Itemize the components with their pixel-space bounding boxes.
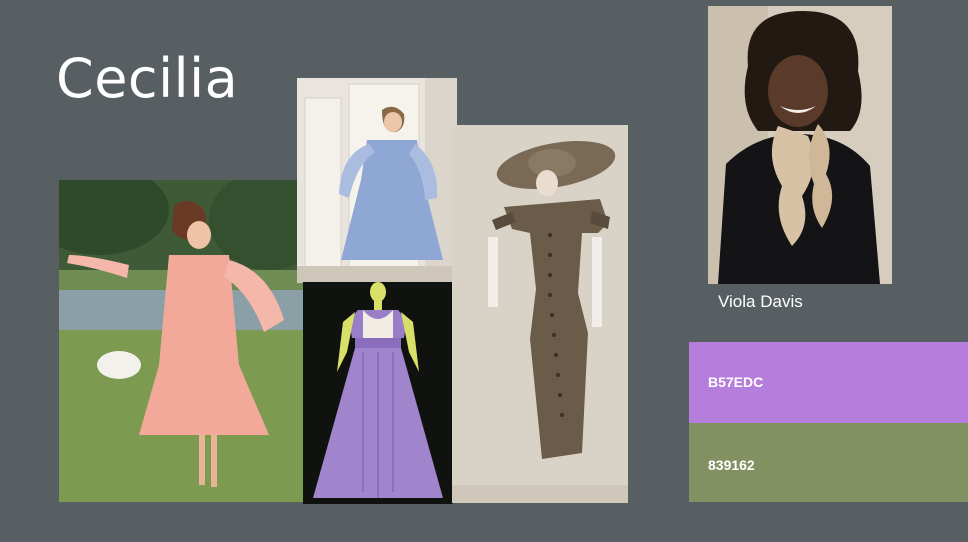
blue-dress-photo xyxy=(297,78,457,283)
swatch-hex-label: 839162 xyxy=(708,457,755,473)
color-swatch-purple: B57EDC xyxy=(689,342,968,423)
slide-title: Cecilia xyxy=(56,47,239,110)
lavender-gown-photo xyxy=(303,282,453,504)
actor-name: Viola Davis xyxy=(718,292,803,311)
brown-dress-photo xyxy=(452,125,628,503)
color-swatch-green: 839162 xyxy=(689,423,968,502)
actor-portrait-photo xyxy=(708,6,892,284)
pink-dress-photo xyxy=(59,180,303,502)
swatch-hex-label: B57EDC xyxy=(708,374,764,390)
slide: Cecilia Viola Davis B57EDC 839162 xyxy=(0,0,968,542)
